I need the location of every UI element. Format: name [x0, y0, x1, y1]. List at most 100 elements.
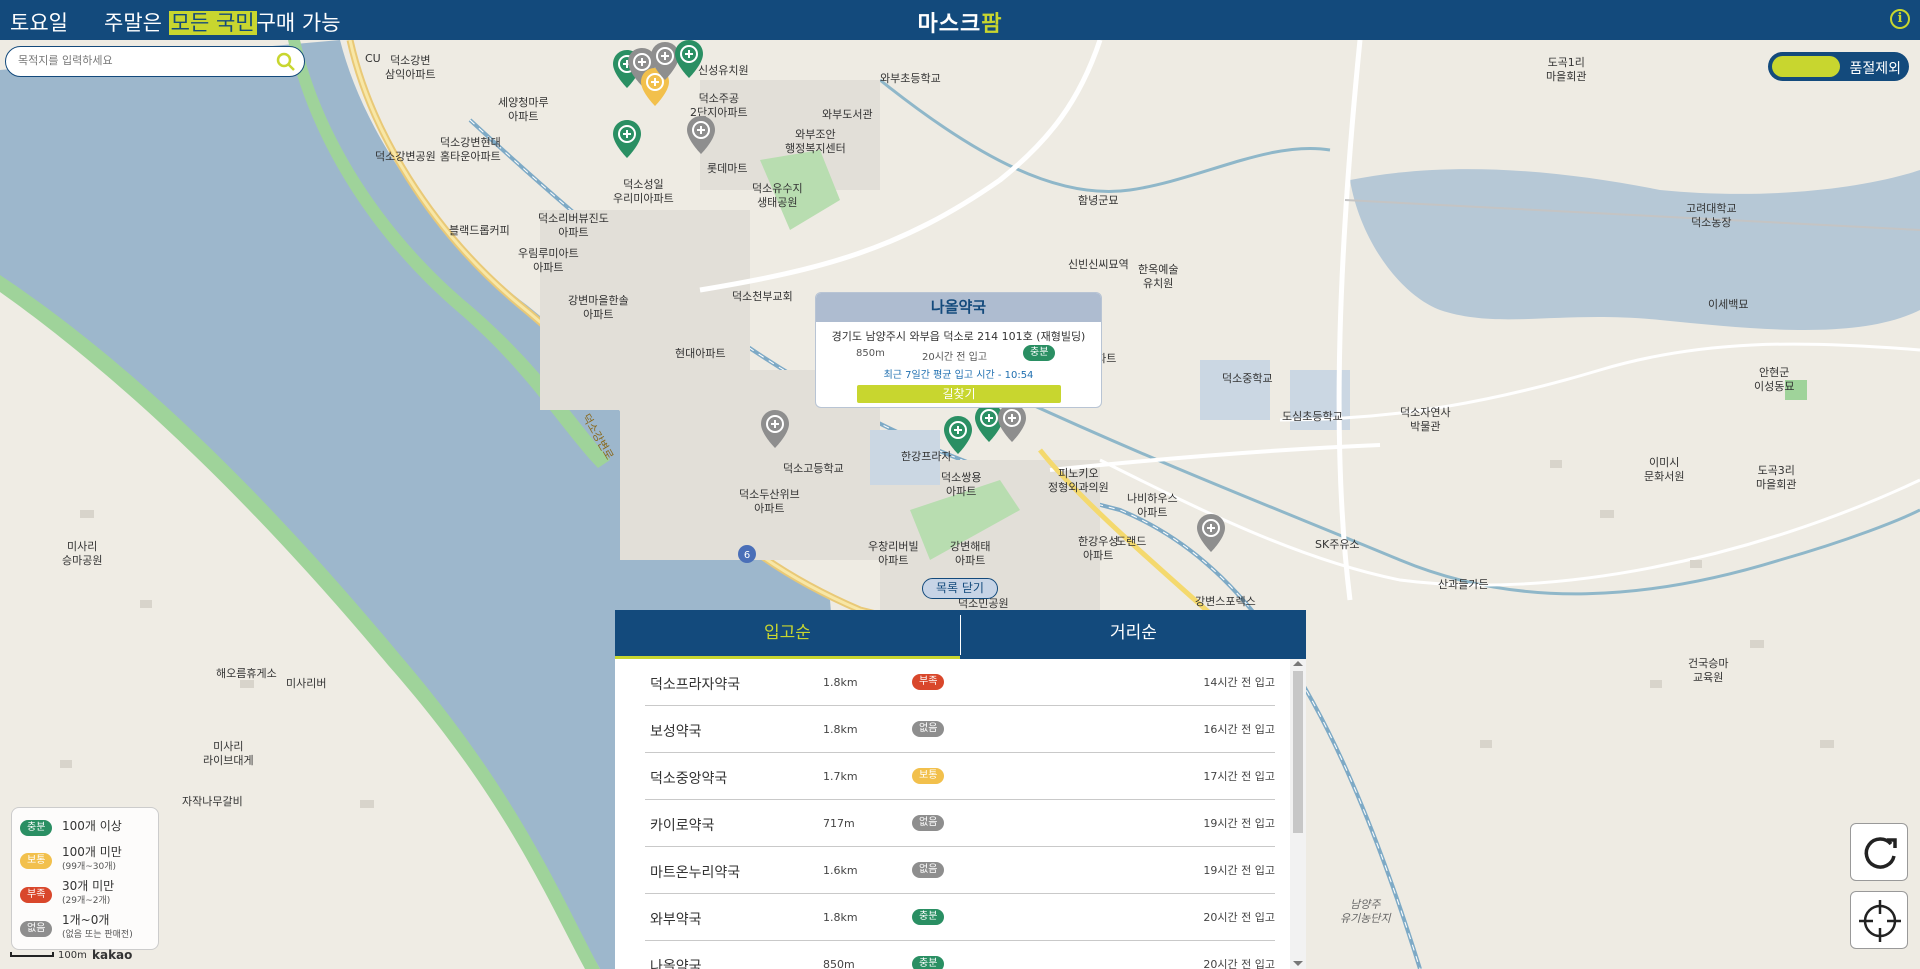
- sold-out-exclude-toggle[interactable]: 품절제외: [1768, 52, 1909, 81]
- map-label-restaurant: 미사리 라이브대게: [203, 740, 254, 767]
- list-item[interactable]: 와부약국 1.8km 충분 20시간 전 입고: [645, 894, 1275, 941]
- brand-logo[interactable]: 마스크팜: [0, 6, 1920, 38]
- map-label-farm: 고려대학교 덕소농장: [1686, 202, 1737, 229]
- legend-text: 1개~0개 (없음 또는 판매전): [62, 913, 133, 941]
- pharmacy-marker-icon[interactable]: [943, 416, 973, 456]
- map-label-park: 덕소민공원: [958, 597, 1009, 610]
- popup-average-time: 최근 7일간 평균 입고 시간 - 10:54: [883, 370, 1034, 381]
- map-label-cafe: 블랙드롭커피: [449, 224, 510, 237]
- close-list-button[interactable]: 목록 닫기: [922, 578, 998, 599]
- legend-text: 100개 미만 (99개~30개): [62, 845, 122, 873]
- info-icon[interactable]: i: [1890, 9, 1910, 29]
- legend-text: 30개 미만 (29개~2개): [62, 879, 115, 907]
- map-label-apt: 덕소쌍용 아파트: [941, 471, 982, 498]
- pharmacy-marker-icon[interactable]: [997, 404, 1027, 444]
- legend-badge: 없음: [20, 921, 53, 937]
- scroll-down-icon[interactable]: [1293, 961, 1303, 966]
- search-bar[interactable]: [5, 46, 305, 77]
- map-label-church: 덕소천부교회: [732, 290, 793, 303]
- brand-accent: 팜: [981, 12, 1003, 37]
- pharmacy-name: 와부약국: [650, 912, 702, 928]
- pharmacy-name: 덕소중앙약국: [650, 771, 728, 787]
- stock-time: 16시간 전 입고: [1203, 723, 1275, 736]
- scroll-up-icon[interactable]: [1293, 661, 1303, 666]
- map-label-apt: 덕소리버뷰진도 아파트: [538, 212, 609, 239]
- status-badge: 충분: [912, 909, 945, 925]
- pharmacy-distance: 850m: [823, 958, 855, 969]
- popup-title: 나올약국: [816, 293, 1101, 322]
- tab-stock-order[interactable]: 입고순: [615, 610, 960, 659]
- tab-distance-order[interactable]: 거리순: [961, 610, 1306, 659]
- status-badge: 부족: [912, 674, 945, 690]
- pharmacy-distance: 1.7km: [823, 770, 858, 783]
- directions-button[interactable]: 길찾기: [857, 385, 1061, 403]
- status-badge: 충분: [912, 956, 945, 969]
- scale-bar: [10, 952, 54, 957]
- map-label-hall: 도곡3리 마을회관: [1756, 464, 1797, 491]
- pharmacy-name: 덕소프라자약국: [650, 677, 741, 693]
- search-input[interactable]: [18, 54, 268, 67]
- pharmacy-marker-icon[interactable]: [674, 40, 704, 80]
- map-label-apt: 우창리버빌 아파트: [868, 540, 919, 567]
- pharmacy-distance: 1.8km: [823, 676, 858, 689]
- popup-status-badge: 충분: [1023, 345, 1056, 361]
- map-label-apt: 한강우성 아파트: [1078, 535, 1119, 562]
- map-label-clinic: 피노키오 정형외과의원: [1048, 467, 1109, 494]
- my-location-button[interactable]: [1850, 891, 1908, 949]
- popup-address: 경기도 남양주시 와부읍 덕소로 214 101호 (재형빌딩): [831, 330, 1086, 343]
- list-item[interactable]: 보성약국 1.8km 없음 16시간 전 입고: [645, 706, 1275, 753]
- map-label-rest-area: 해오름휴게소: [216, 667, 277, 680]
- map-label-farm: 남양주 유기농단지: [1340, 898, 1391, 925]
- map-label-apt: 강변해태 아파트: [950, 540, 991, 567]
- status-badge: 없음: [912, 815, 945, 831]
- stock-legend: 충분 100개 이상 보통 100개 미만 (99개~30개) 부족 30개 미만…: [11, 807, 159, 950]
- popup-info-row: 850m 20시간 전 입고 충분: [816, 344, 1101, 364]
- legend-item: 부족 30개 미만 (29개~2개): [20, 880, 114, 906]
- pharmacy-distance: 1.8km: [823, 911, 858, 924]
- map-label-riding: 건국승마 교육원: [1688, 657, 1729, 684]
- toggle-knob[interactable]: [1772, 56, 1840, 77]
- legend-badge: 충분: [20, 820, 53, 836]
- pharmacy-distance: 1.8km: [823, 723, 858, 736]
- map-label-school: 신성유치원: [698, 64, 749, 77]
- list-item[interactable]: 마트온누리약국 1.6km 없음 19시간 전 입고: [645, 847, 1275, 894]
- map-label-restaurant: 자작나무갈비: [182, 795, 243, 808]
- list-item[interactable]: 덕소중앙약국 1.7km 보통 17시간 전 입고: [645, 753, 1275, 800]
- map-label-museum: 덕소자연사 박물관: [1400, 406, 1451, 433]
- map-label-restaurant: 산과들가든: [1438, 578, 1489, 591]
- map-label-tomb: 함녕군묘: [1078, 194, 1119, 207]
- legend-text: 100개 이상: [62, 819, 122, 833]
- map-label-school: 덕소고등학교: [783, 462, 844, 475]
- list-item[interactable]: 카이로약국 717m 없음 19시간 전 입고: [645, 800, 1275, 847]
- pharmacy-marker-icon[interactable]: [1196, 514, 1226, 554]
- refresh-button[interactable]: [1850, 823, 1908, 881]
- map-label-restaurant: 미사리버: [286, 677, 327, 690]
- map-label-apt: 우림루미아트 아파트: [518, 247, 579, 274]
- stock-time: 20시간 전 입고: [1203, 958, 1275, 969]
- scale-distance: 100m: [58, 950, 87, 961]
- pharmacy-distance: 1.6km: [823, 864, 858, 877]
- list-item[interactable]: 나올약국 850m 충분 20시간 전 입고: [645, 941, 1275, 969]
- map-label-land: 도랜드: [1116, 535, 1147, 548]
- scrollbar-thumb[interactable]: [1293, 671, 1303, 833]
- pharmacy-marker-icon[interactable]: [686, 116, 716, 156]
- search-icon[interactable]: [276, 52, 296, 72]
- legend-item: 없음 1개~0개 (없음 또는 판매전): [20, 914, 133, 940]
- pharmacy-marker-icon[interactable]: [612, 120, 642, 160]
- stock-time: 19시간 전 입고: [1203, 864, 1275, 877]
- map-label-office: 와부조안 행정복지센터: [785, 128, 846, 155]
- map-provider-logo[interactable]: kakao: [92, 948, 132, 962]
- popup-distance: 850m: [856, 348, 885, 359]
- pharmacy-list-panel: 입고순 거리순 덕소프라자약국 1.8km 부족 14시간 전 입고 보성약국 …: [615, 610, 1306, 969]
- list-scrollbar[interactable]: [1290, 659, 1306, 969]
- map-label-apt: 현대아파트: [675, 347, 726, 360]
- map-label-gas: SK주유소: [1315, 538, 1360, 551]
- map-label-apt: 나비하우스 아파트: [1127, 492, 1178, 519]
- pharmacy-distance: 717m: [823, 817, 855, 830]
- pharmacy-marker-icon[interactable]: [760, 410, 790, 450]
- map-label-apt: 덕소두산위브 아파트: [739, 488, 800, 515]
- stock-time: 17시간 전 입고: [1203, 770, 1275, 783]
- list-item[interactable]: 덕소프라자약국 1.8km 부족 14시간 전 입고: [645, 659, 1275, 706]
- map-label-mart: 롯데마트: [707, 162, 748, 175]
- map-label-school: 와부초등학교: [880, 72, 941, 85]
